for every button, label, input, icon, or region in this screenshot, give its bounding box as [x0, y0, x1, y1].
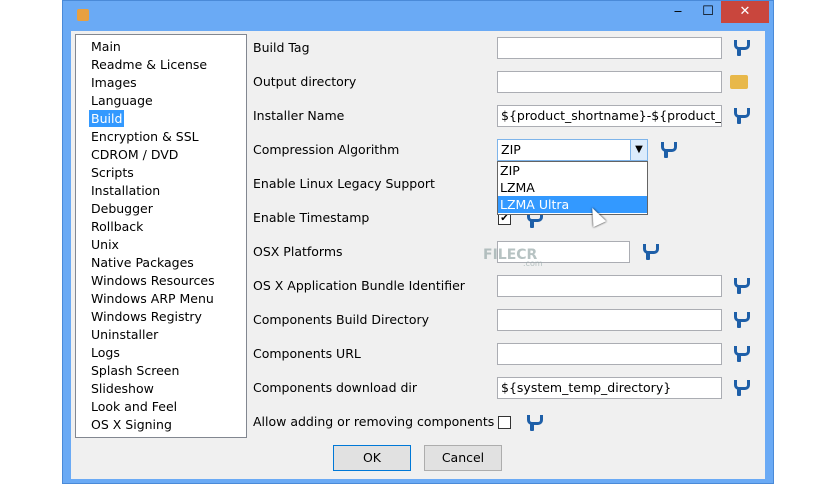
cancel-button[interactable]: Cancel [424, 445, 502, 471]
ok-button[interactable]: OK [333, 445, 411, 471]
installer-name-label: Installer Name [253, 108, 345, 123]
option-zip[interactable]: ZIP [498, 162, 647, 179]
components-url-input[interactable] [497, 343, 722, 365]
sidebar-item-logs[interactable]: Logs [89, 344, 122, 361]
wrench-icon[interactable] [641, 243, 659, 261]
option-lzma[interactable]: LZMA [498, 179, 647, 196]
sidebar-item-installation[interactable]: Installation [89, 182, 162, 199]
installer-name-input[interactable]: ${product_shortname}-${product_version} [497, 105, 722, 127]
option-lzma-ultra[interactable]: LZMA Ultra [498, 196, 647, 213]
sidebar-item-windows-arp-menu[interactable]: Windows ARP Menu [89, 290, 216, 307]
output-directory-label: Output directory [253, 74, 357, 89]
build-tag-input[interactable] [497, 37, 722, 59]
sidebar-item-images[interactable]: Images [89, 74, 139, 91]
sidebar-item-scripts[interactable]: Scripts [89, 164, 136, 181]
wrench-icon[interactable] [659, 141, 677, 159]
sidebar-item-native-packages[interactable]: Native Packages [89, 254, 196, 271]
sidebar-item-encryption-ssl[interactable]: Encryption & SSL [89, 128, 201, 145]
sidebar-item-uninstaller[interactable]: Uninstaller [89, 326, 160, 343]
title-bar: ‒ ☐ ✕ [63, 1, 773, 31]
sidebar-item-language[interactable]: Language [89, 92, 155, 109]
sidebar-item-main[interactable]: Main [89, 38, 123, 55]
sidebar-item-debugger[interactable]: Debugger [89, 200, 155, 217]
compression-dropdown-list: ZIP LZMA LZMA Ultra [497, 161, 648, 215]
maximize-button[interactable]: ☐ [693, 1, 723, 23]
sidebar-item-unix[interactable]: Unix [89, 236, 121, 253]
sidebar-item-build[interactable]: Build [89, 110, 125, 127]
linux-legacy-label: Enable Linux Legacy Support [253, 176, 435, 191]
timestamp-label: Enable Timestamp [253, 210, 370, 225]
wrench-icon[interactable] [732, 107, 750, 125]
minimize-button[interactable]: ‒ [663, 1, 693, 23]
osx-platforms-label: OSX Platforms [253, 244, 343, 259]
wrench-icon[interactable] [525, 414, 543, 432]
output-directory-input[interactable] [497, 71, 722, 93]
sidebar-item-windows-resources[interactable]: Windows Resources [89, 272, 217, 289]
dialog-body: Main Readme & License Images Language Build E… [71, 31, 765, 479]
osx-bundle-id-input[interactable] [497, 275, 722, 297]
chevron-down-icon[interactable]: ▼ [630, 140, 647, 160]
sidebar-item-look-and-feel[interactable]: Look and Feel [89, 398, 179, 415]
compression-select[interactable]: ZIP ▼ [497, 139, 648, 161]
wrench-icon[interactable] [732, 39, 750, 57]
sidebar-item-rollback[interactable]: Rollback [89, 218, 145, 235]
wrench-icon[interactable] [732, 311, 750, 329]
osx-bundle-id-label: OS X Application Bundle Identifier [253, 278, 465, 293]
folder-icon[interactable] [730, 75, 748, 89]
wrench-icon[interactable] [732, 345, 750, 363]
sidebar-item-splash-screen[interactable]: Splash Screen [89, 362, 181, 379]
sidebar-item-slideshow[interactable]: Slideshow [89, 380, 156, 397]
components-download-dir-label: Components download dir [253, 380, 418, 395]
allow-components-label: Allow adding or removing components [253, 414, 495, 429]
compression-label: Compression Algorithm [253, 142, 400, 157]
installer-settings-window: ‒ ☐ ✕ Main Readme & License Images Language… [62, 0, 774, 484]
components-download-dir-input[interactable]: ${system_temp_directory} [497, 377, 722, 399]
watermark: FILECR .com [483, 247, 543, 268]
sidebar-item-windows-registry[interactable]: Windows Registry [89, 308, 204, 325]
sidebar-list[interactable]: Main Readme & License Images Language Build E… [75, 34, 247, 438]
build-tag-label: Build Tag [253, 40, 310, 55]
close-button[interactable]: ✕ [721, 1, 769, 23]
sidebar-item-os-x-signing[interactable]: OS X Signing [89, 416, 174, 433]
app-icon [77, 9, 89, 21]
sidebar-item-cdrom-dvd[interactable]: CDROM / DVD [89, 146, 180, 163]
components-build-dir-label: Components Build Directory [253, 312, 430, 327]
sidebar-item-readme-license[interactable]: Readme & License [89, 56, 209, 73]
wrench-icon[interactable] [732, 277, 750, 295]
components-build-dir-input[interactable] [497, 309, 722, 331]
components-url-label: Components URL [253, 346, 361, 361]
compression-value: ZIP [501, 142, 521, 157]
wrench-icon[interactable] [732, 379, 750, 397]
allow-components-checkbox[interactable] [498, 416, 511, 429]
